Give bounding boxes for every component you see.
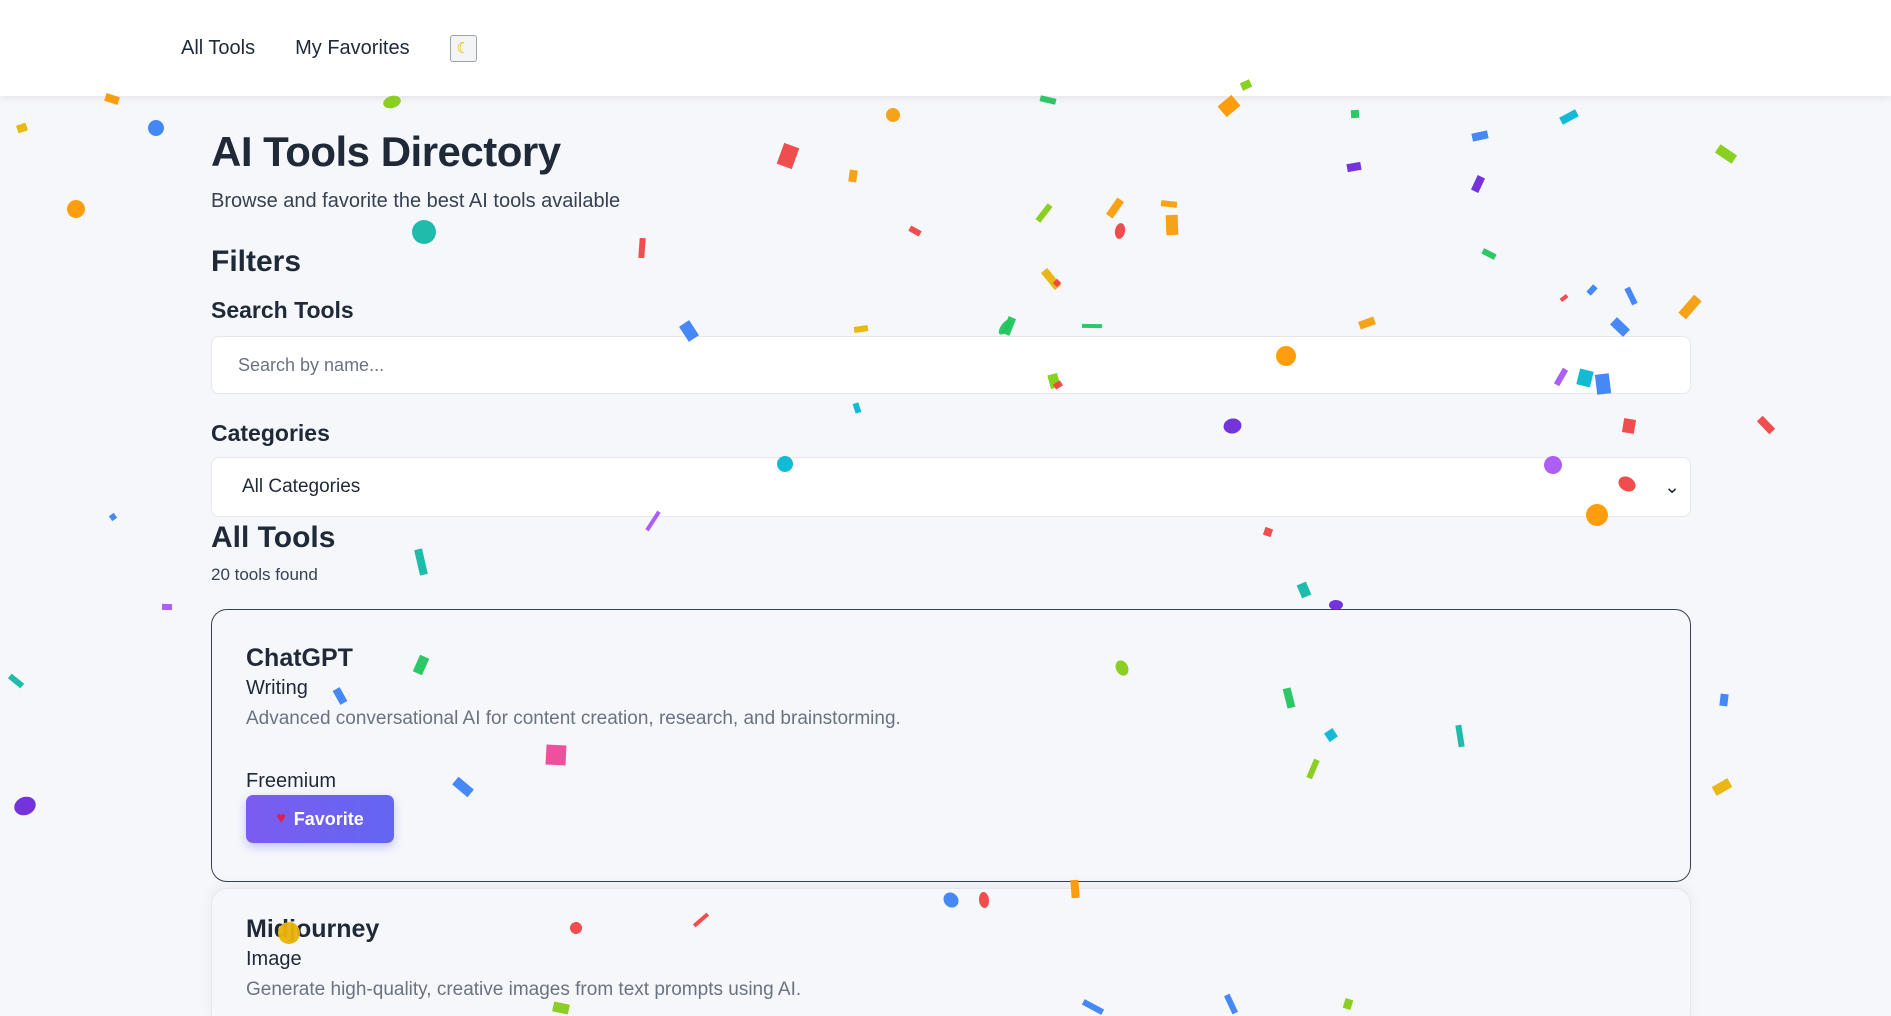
tool-pricing: Freemium <box>246 770 337 792</box>
nav-all-tools[interactable]: All Tools <box>181 37 255 60</box>
search-label: Search Tools <box>211 297 354 323</box>
confetti-piece <box>1756 415 1776 435</box>
tool-description: Generate high-quality, creative images f… <box>246 979 802 1000</box>
tool-name: ChatGPT <box>246 644 353 672</box>
search-input[interactable] <box>238 354 1690 376</box>
favorite-button[interactable]: ♥ Favorite <box>246 795 394 843</box>
tool-name: Midjourney <box>246 915 380 943</box>
broken-heart-icon: ♥ <box>276 810 286 827</box>
page-title: AI Tools Directory <box>211 128 561 175</box>
filters-heading: Filters <box>211 245 302 278</box>
tool-category: Writing <box>246 677 308 699</box>
tool-card: Midjourney Image Generate high-quality, … <box>211 888 1691 1016</box>
confetti-piece <box>11 793 39 819</box>
theme-toggle-button[interactable]: ☾ <box>449 34 477 62</box>
confetti-piece <box>161 603 173 611</box>
confetti-piece <box>108 512 118 522</box>
moon-icon: ☾ <box>456 40 470 57</box>
favorite-button-label: Favorite <box>293 808 364 829</box>
confetti-piece <box>15 122 29 134</box>
results-heading: All Tools <box>211 521 336 554</box>
confetti-piece <box>7 673 25 689</box>
nav-my-favorites[interactable]: My Favorites <box>295 37 409 60</box>
category-selected-value: All Categories <box>242 476 361 497</box>
tool-card: ChatGPT Writing Advanced conversational … <box>211 609 1691 882</box>
confetti-piece <box>1719 693 1729 707</box>
confetti-piece <box>1711 778 1733 796</box>
confetti-piece <box>1714 144 1738 164</box>
confetti-piece <box>148 120 164 136</box>
page-subtitle: Browse and favorite the best AI tools av… <box>211 190 621 212</box>
results-count: 20 tools found <box>211 565 318 584</box>
chevron-down-icon: ⌄ <box>1664 476 1680 498</box>
categories-label: Categories <box>211 420 330 446</box>
tool-description: Advanced conversational AI for content c… <box>246 708 901 729</box>
search-box <box>211 336 1691 394</box>
main-content: AI Tools Directory Browse and favorite t… <box>211 96 1691 1016</box>
top-navbar: All Tools My Favorites ☾ <box>0 0 1891 96</box>
confetti-piece <box>63 196 89 222</box>
category-select[interactable]: All Categories ⌄ <box>211 457 1691 517</box>
tool-category: Image <box>246 948 302 970</box>
